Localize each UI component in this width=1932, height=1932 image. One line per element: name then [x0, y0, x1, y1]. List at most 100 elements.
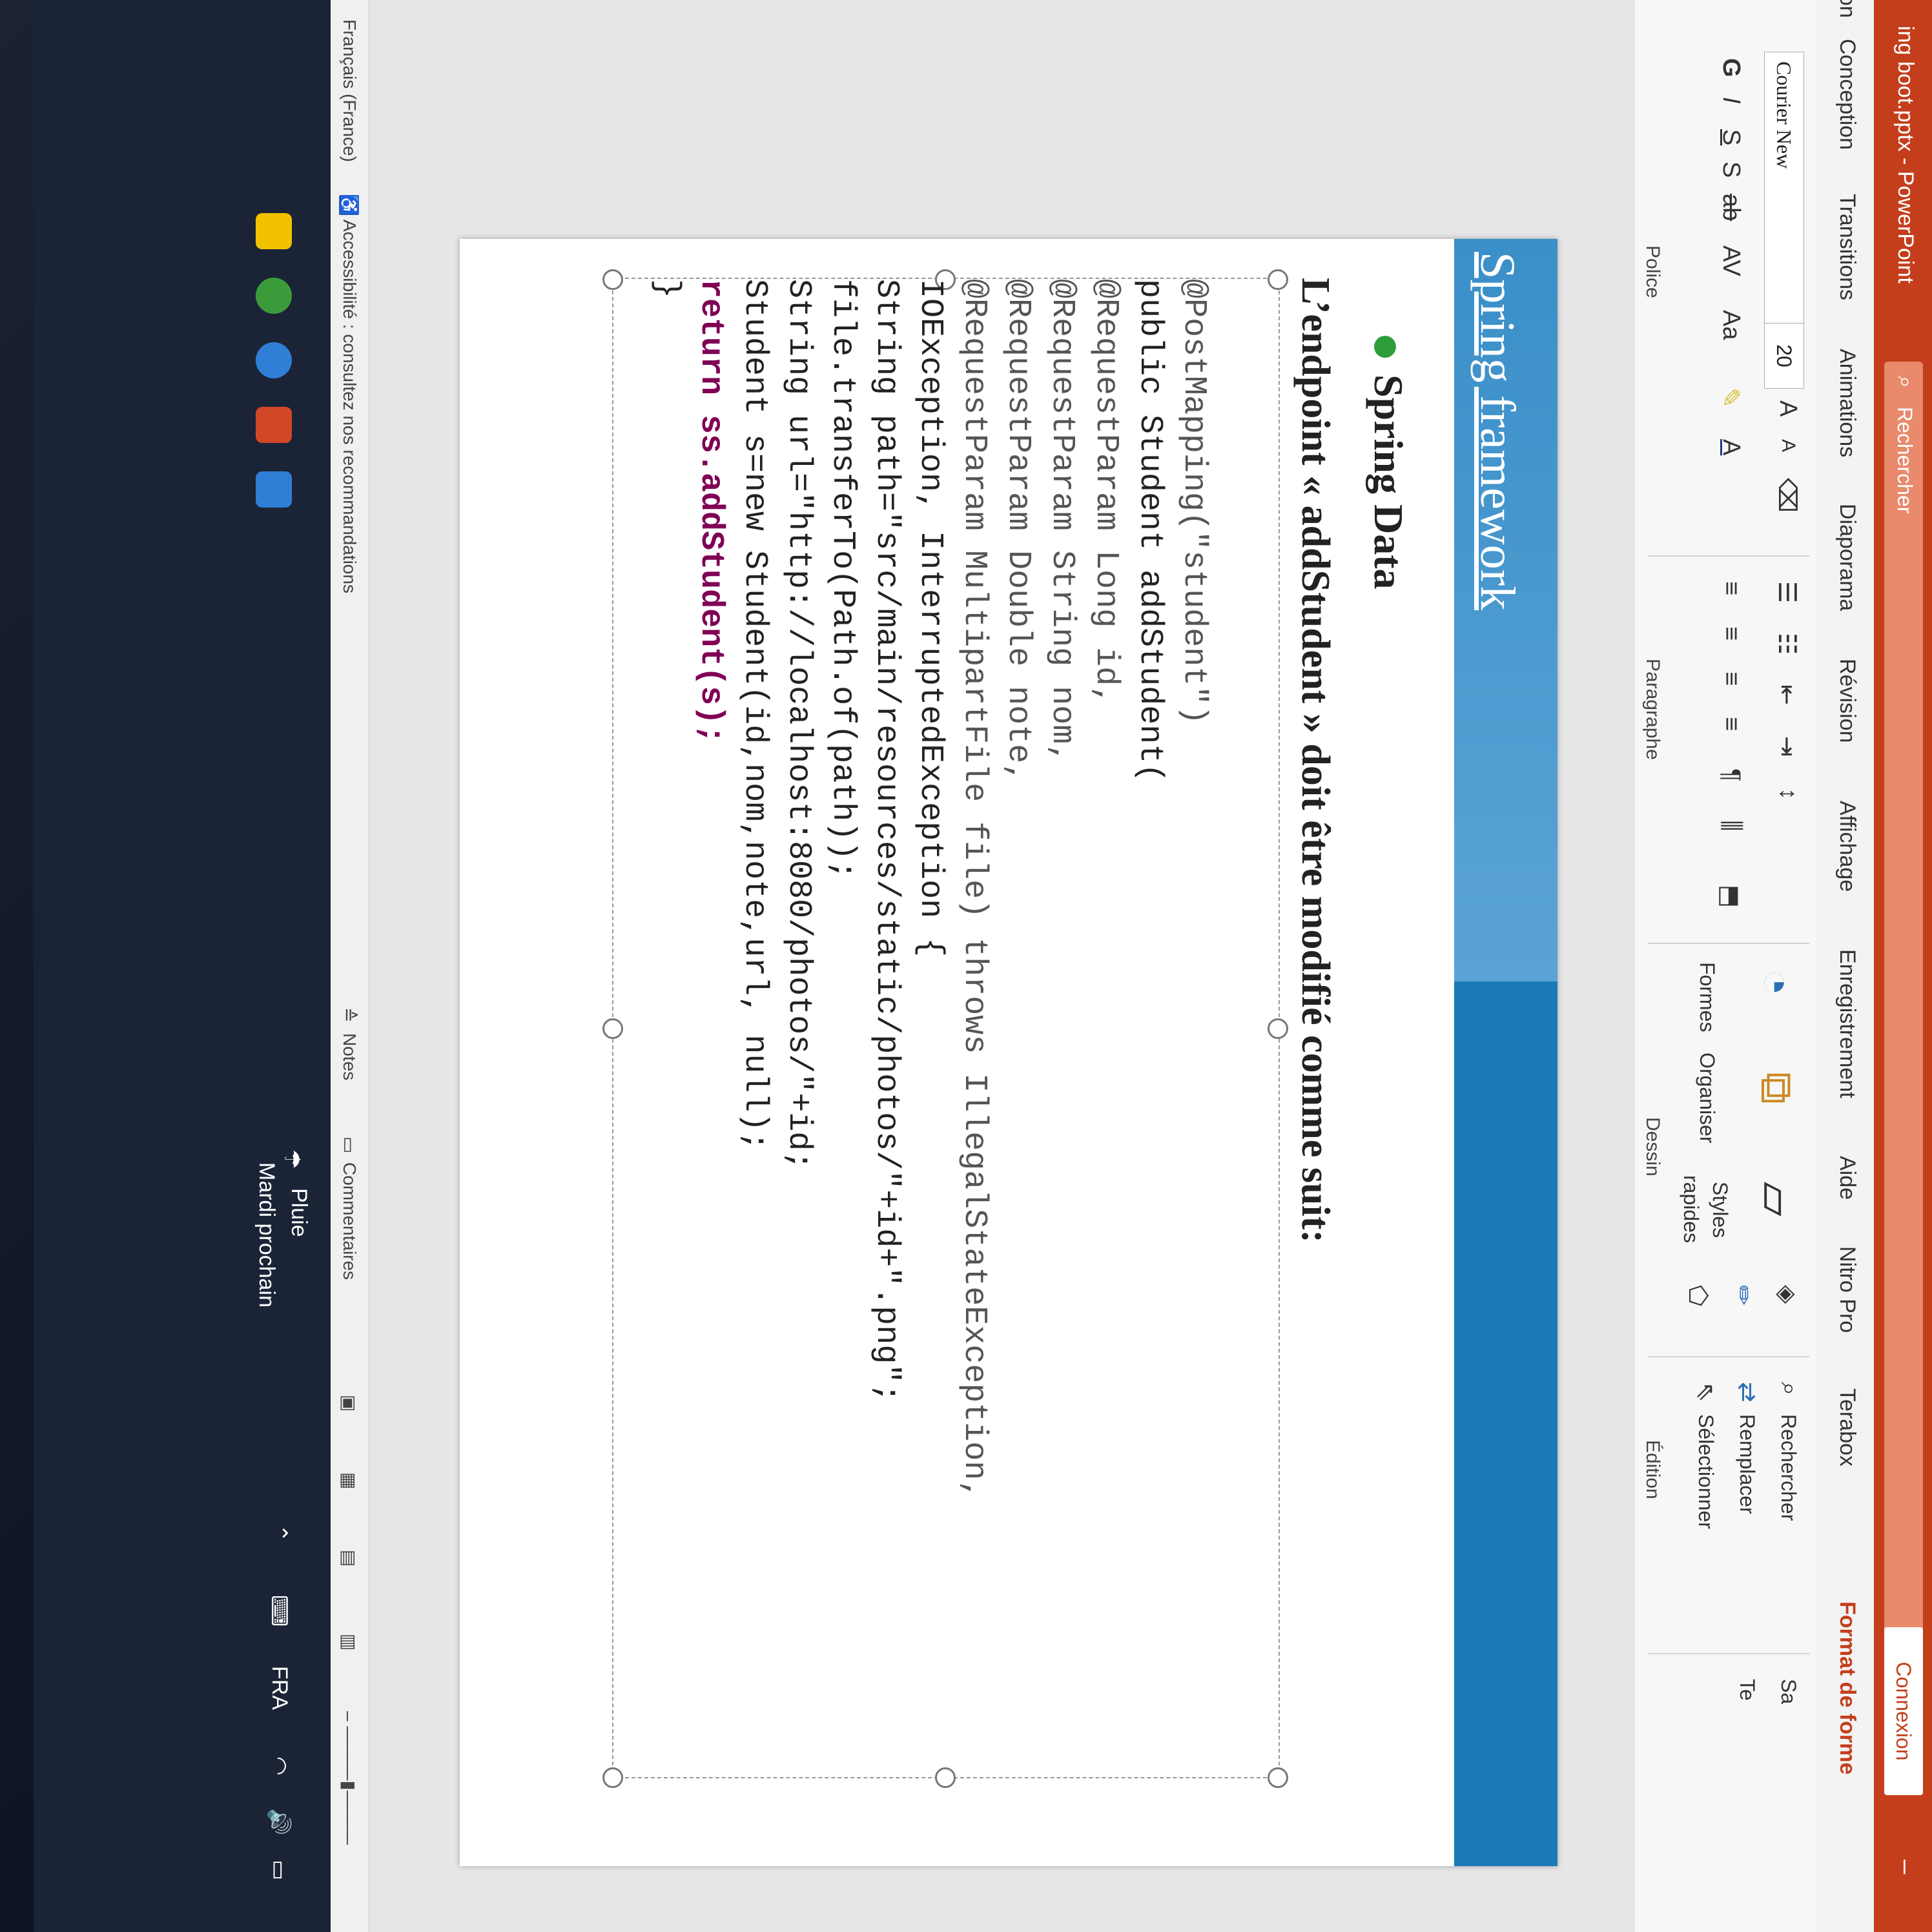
- accessibility-status[interactable]: Accessibilité : consultez nos recommanda…: [339, 220, 360, 593]
- police-group-label: Police: [1642, 245, 1663, 298]
- resize-handle[interactable]: [1268, 1767, 1288, 1788]
- font-size-select[interactable]: 20: [1764, 323, 1804, 389]
- tab-partial[interactable]: on: [1834, 0, 1860, 18]
- outline-icon[interactable]: ✏: [1729, 1285, 1758, 1306]
- code-line: @RequestParam Double note,: [1000, 279, 1036, 783]
- weather-title[interactable]: Pluie: [286, 1188, 311, 1237]
- columns-icon[interactable]: ⫼: [1717, 820, 1745, 831]
- battery-icon[interactable]: ▭: [266, 1860, 292, 1880]
- formes-label: Formes: [1696, 962, 1719, 1033]
- tab-enregistrement[interactable]: Enregistrement: [1834, 949, 1860, 1098]
- code-line: String url="http://localhost:8080/photos…: [780, 279, 817, 1171]
- replace-icon[interactable]: ⇄: [1732, 1382, 1762, 1403]
- title-bar: ing boot.pptx - PowerPoint ⌕ Rechercher …: [1874, 0, 1932, 1932]
- shadow-button[interactable]: S: [1717, 161, 1745, 178]
- connexion-button[interactable]: Connexion: [1884, 1627, 1923, 1795]
- weather-subtitle[interactable]: Mardi prochain: [254, 1162, 279, 1308]
- tab-revision[interactable]: Révision: [1834, 659, 1860, 743]
- shapes-icon[interactable]: ◔: [1751, 969, 1803, 996]
- grow-font-button[interactable]: A: [1774, 400, 1802, 416]
- remplacer-button[interactable]: Remplacer: [1735, 1414, 1759, 1514]
- char-spacing-button[interactable]: AV: [1717, 245, 1745, 276]
- rapides-label: rapides: [1680, 1175, 1703, 1243]
- align-left-icon[interactable]: ≡: [1717, 581, 1745, 595]
- language-indicator[interactable]: FRA: [267, 1666, 292, 1710]
- separator: [1648, 555, 1809, 557]
- resize-handle[interactable]: [1268, 269, 1288, 290]
- fill-icon[interactable]: ◈: [1773, 1285, 1802, 1304]
- sorter-view-icon[interactable]: ▦: [338, 1472, 360, 1489]
- bullet-text[interactable]: Spring Data: [1364, 375, 1412, 590]
- tab-affichage[interactable]: Affichage: [1834, 801, 1860, 892]
- zoom-slider[interactable]: – ———▮———: [338, 1711, 360, 1845]
- slide-heading[interactable]: L’endpoint « addStudent » doit être modi…: [1292, 278, 1338, 1243]
- outdent-icon[interactable]: ⇥: [1773, 736, 1802, 757]
- tab-terabox[interactable]: Terabox: [1834, 1388, 1860, 1466]
- notes-button[interactable]: Notes: [339, 1033, 360, 1080]
- rechercher-button[interactable]: Rechercher: [1776, 1414, 1800, 1521]
- slideshow-view-icon[interactable]: ▥: [338, 1634, 360, 1650]
- code-line: return ss.addStudent(s);: [692, 279, 729, 745]
- quick-styles-icon[interactable]: ▱: [1750, 1182, 1803, 1217]
- tab-transitions[interactable]: Transitions: [1834, 194, 1860, 300]
- line-spacing-icon[interactable]: ↕: [1774, 788, 1802, 800]
- indent-icon[interactable]: ⇤: [1773, 684, 1802, 705]
- chrome-profile-icon[interactable]: [256, 342, 292, 378]
- selectionner-button[interactable]: Sélectionner: [1694, 1414, 1718, 1529]
- reading-view-icon[interactable]: ▤: [338, 1550, 360, 1567]
- font-name-select[interactable]: Courier New: [1764, 52, 1804, 333]
- tab-nitro-pro[interactable]: Nitro Pro: [1834, 1246, 1860, 1333]
- vscode-icon[interactable]: [256, 471, 292, 508]
- file-explorer-icon[interactable]: [256, 213, 292, 249]
- bullets-icon[interactable]: ☰: [1773, 581, 1802, 603]
- status-bar: Français (France) ♿ Accessibilité : cons…: [330, 0, 369, 1932]
- shrink-font-button[interactable]: A: [1777, 439, 1799, 452]
- organiser-label: Organiser: [1696, 1053, 1719, 1144]
- align-center-icon[interactable]: ≡: [1717, 626, 1745, 641]
- dessin-group-label: Dessin: [1642, 1117, 1663, 1177]
- comments-button[interactable]: Commentaires: [339, 1162, 360, 1280]
- underline-button[interactable]: S: [1717, 129, 1745, 145]
- slide-title-bar: Spring framework: [1454, 239, 1557, 1866]
- strikethrough-button[interactable]: ab: [1717, 194, 1745, 221]
- minimize-button[interactable]: –: [1891, 1860, 1920, 1874]
- chevron-up-icon[interactable]: ⌃: [266, 1524, 292, 1543]
- resize-handle[interactable]: [1268, 1018, 1288, 1039]
- chrome-icon[interactable]: [256, 278, 292, 314]
- tab-animations[interactable]: Animations: [1834, 349, 1860, 457]
- search-icon: ⌕: [1893, 376, 1918, 389]
- code-line: @RequestParam Long id,: [1087, 279, 1124, 706]
- italic-button[interactable]: I: [1717, 97, 1745, 104]
- slide-title[interactable]: Spring framework: [1469, 252, 1525, 610]
- edition-group-label: Édition: [1642, 1440, 1663, 1499]
- language-status[interactable]: Français (France): [339, 19, 360, 162]
- tab-diaporama[interactable]: Diaporama: [1834, 504, 1860, 611]
- keyboard-icon[interactable]: ⌨: [266, 1595, 292, 1627]
- clear-format-icon[interactable]: ⌫: [1773, 478, 1802, 513]
- tab-conception[interactable]: Conception: [1834, 39, 1860, 150]
- volume-icon[interactable]: 🔊: [266, 1808, 292, 1835]
- tab-format-de-forme[interactable]: Format de forme: [1834, 1601, 1860, 1774]
- justify-icon[interactable]: ≡: [1717, 717, 1745, 731]
- powerpoint-icon[interactable]: [256, 407, 292, 443]
- wifi-icon[interactable]: ◠: [266, 1756, 292, 1776]
- highlight-icon[interactable]: ✎: [1716, 387, 1745, 408]
- normal-view-icon[interactable]: ▣: [338, 1395, 360, 1412]
- bold-button[interactable]: G: [1717, 58, 1745, 77]
- effects-icon[interactable]: ⬠: [1683, 1285, 1712, 1306]
- font-color-icon[interactable]: A: [1717, 439, 1745, 455]
- change-case-button[interactable]: Aa: [1717, 310, 1745, 340]
- select-icon[interactable]: ⇖: [1691, 1382, 1720, 1403]
- smartart-icon[interactable]: ⬒: [1716, 885, 1745, 908]
- find-icon[interactable]: ⌕: [1775, 1382, 1803, 1395]
- resize-handle[interactable]: [602, 1767, 623, 1788]
- search-box[interactable]: ⌕ Rechercher: [1884, 362, 1923, 1705]
- tab-aide[interactable]: Aide: [1834, 1156, 1860, 1200]
- align-right-icon[interactable]: ≡: [1717, 672, 1745, 686]
- code-textbox[interactable]: @PostMapping("student") public Student a…: [602, 269, 1288, 1788]
- code-line: @RequestParam MultipartFile file) throws…: [956, 279, 992, 1500]
- arrange-icon[interactable]: ⧉: [1750, 1072, 1803, 1104]
- resize-handle[interactable]: [935, 1767, 956, 1788]
- text-direction-icon[interactable]: ¶: [1717, 768, 1745, 781]
- numbering-icon[interactable]: ☷: [1773, 633, 1802, 655]
